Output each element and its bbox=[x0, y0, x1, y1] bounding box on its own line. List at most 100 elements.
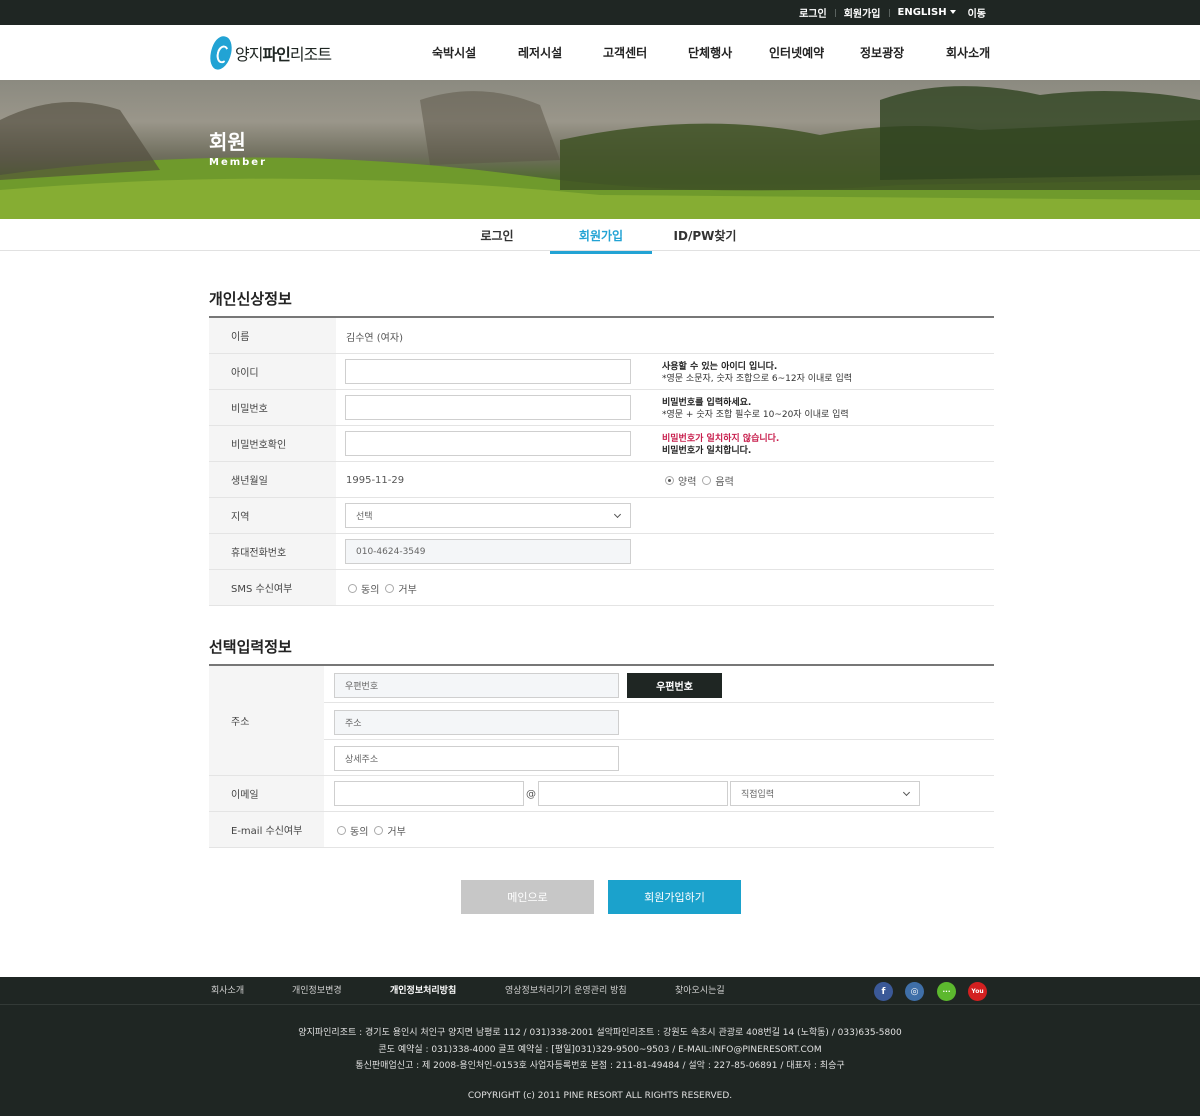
email-id-input[interactable] bbox=[334, 781, 524, 806]
radio-icon bbox=[348, 583, 357, 593]
footer-business-line: 통신판매업신고 : 제 2008-용인처인-0153호 사업자등록번호 본점 :… bbox=[355, 1061, 845, 1071]
email-domain-input[interactable] bbox=[538, 781, 728, 806]
caret-down-icon bbox=[949, 10, 956, 14]
radio-icon bbox=[374, 825, 384, 835]
instagram-icon[interactable]: ◎ bbox=[905, 982, 924, 1001]
move-button[interactable]: 이동 bbox=[968, 5, 986, 20]
zipcode-search-button[interactable]: 우편번호 bbox=[627, 673, 722, 698]
row-email: 이메일 @ 직접입력 bbox=[209, 776, 994, 812]
nav-company[interactable]: 회사소개 bbox=[946, 44, 990, 61]
nav-customer-center[interactable]: 고객센터 bbox=[603, 44, 647, 61]
personal-info-form: 이름 김수연 (여자) 아이디 사용할 수 있는 아이디 입니다. *영문 소문자… bbox=[209, 316, 994, 606]
top-utility-bar: 로그인 회원가입 ENGLISH 이동 bbox=[0, 0, 1200, 25]
password-confirm-input[interactable] bbox=[345, 431, 631, 456]
id-input[interactable] bbox=[345, 359, 631, 384]
sms-deny-radio[interactable]: 거부 bbox=[385, 581, 417, 596]
footer-company-link[interactable]: 회사소개 bbox=[211, 977, 244, 1005]
utility-links: 로그인 회원가입 ENGLISH 이동 bbox=[799, 0, 986, 25]
row-phone: 휴대전화번호 010-4624-3549 bbox=[209, 534, 994, 570]
tab-find-id-pw[interactable]: ID/PW찾기 bbox=[654, 219, 756, 254]
tab-login[interactable]: 로그인 bbox=[446, 219, 548, 254]
password-label: 비밀번호 bbox=[209, 390, 336, 425]
phone-label: 휴대전화번호 bbox=[209, 534, 336, 569]
password-confirm-label: 비밀번호확인 bbox=[209, 426, 336, 461]
name-value: 김수연 (여자) bbox=[346, 332, 403, 344]
footer-directions-link[interactable]: 찾아오시는길 bbox=[675, 977, 725, 1005]
row-address: 주소 우편번호 우편번호 주소 상세주소 bbox=[209, 666, 994, 776]
footer-privacy-link[interactable]: 개인정보처리방침 bbox=[390, 977, 456, 1005]
lunar-radio[interactable]: 음력 bbox=[702, 473, 734, 488]
optional-info-form: 주소 우편번호 우편번호 주소 상세주소 이메일 @ 직접입력 E-mail 수… bbox=[209, 664, 994, 848]
talk-icon[interactable]: ··· bbox=[937, 982, 956, 1001]
email-deny-radio[interactable]: 거부 bbox=[374, 823, 406, 838]
nav-group-events[interactable]: 단체행사 bbox=[688, 44, 732, 61]
divider bbox=[324, 739, 994, 740]
top-join-link[interactable]: 회원가입 bbox=[844, 5, 881, 20]
row-name: 이름 김수연 (여자) bbox=[209, 318, 994, 354]
nav-lodging[interactable]: 숙박시설 bbox=[432, 44, 476, 61]
row-id: 아이디 사용할 수 있는 아이디 입니다. *영문 소문자, 숫자 조합으로 6~… bbox=[209, 354, 994, 390]
youtube-icon[interactable]: You bbox=[968, 982, 987, 1001]
id-label: 아이디 bbox=[209, 354, 336, 389]
zipcode-input[interactable]: 우편번호 bbox=[334, 673, 619, 698]
address-label: 주소 bbox=[209, 666, 324, 775]
email-receive-label: E-mail 수신여부 bbox=[209, 812, 324, 847]
go-main-button[interactable]: 메인으로 bbox=[461, 880, 594, 914]
solar-radio[interactable]: 양력 bbox=[665, 473, 696, 488]
site-logo[interactable]: 양지파인리조트 bbox=[207, 34, 332, 72]
radio-checked-icon bbox=[665, 475, 674, 485]
language-select[interactable]: ENGLISH bbox=[898, 7, 956, 18]
facebook-icon[interactable]: f bbox=[874, 982, 893, 1001]
row-birth: 생년월일 1995-11-29 양력 음력 bbox=[209, 462, 994, 498]
site-footer: 양지파인리조트 : 경기도 용인시 처인구 양지면 남평로 112 / 031)… bbox=[0, 1005, 1200, 1116]
optional-info-title: 선택입력정보 bbox=[209, 638, 292, 656]
id-hint: 사용할 수 있는 아이디 입니다. *영문 소문자, 숫자 조합으로 6~12자 … bbox=[662, 362, 853, 384]
footer-copyright: COPYRIGHT (c) 2011 PINE RESORT ALL RIGHT… bbox=[467, 1091, 733, 1101]
address-detail-input[interactable]: 상세주소 bbox=[334, 746, 619, 771]
password-input[interactable] bbox=[345, 395, 631, 420]
nav-info-plaza[interactable]: 정보광장 bbox=[860, 44, 904, 61]
footer-address-line: 양지파인리조트 : 경기도 용인시 처인구 양지면 남평로 112 / 031)… bbox=[298, 1028, 902, 1038]
logo-text: 양지파인리조트 bbox=[235, 45, 332, 64]
logo-mark-icon bbox=[207, 34, 235, 72]
hero-subtitle: Member bbox=[209, 157, 268, 168]
name-label: 이름 bbox=[209, 318, 336, 353]
sms-label: SMS 수신여부 bbox=[209, 570, 336, 605]
site-header: 양지파인리조트 숙박시설 레저시설 고객센터 단체행사 인터넷예약 정보광장 회… bbox=[0, 25, 1200, 80]
submit-join-button[interactable]: 회원가입하기 bbox=[608, 880, 741, 914]
row-email-receive: E-mail 수신여부 동의 거부 bbox=[209, 812, 994, 848]
divider bbox=[324, 702, 994, 703]
birth-value: 1995-11-29 bbox=[346, 474, 405, 486]
email-receive-radio-group: 동의 거부 bbox=[337, 812, 412, 848]
nav-leisure[interactable]: 레저시설 bbox=[518, 44, 562, 61]
footer-nav: 회사소개 개인정보변경 개인정보처리방침 영상정보처리기기 운영관리 방침 찾아… bbox=[0, 977, 1200, 1005]
phone-input[interactable]: 010-4624-3549 bbox=[345, 539, 631, 564]
divider bbox=[888, 8, 890, 17]
nav-internet-reservation[interactable]: 인터넷예약 bbox=[769, 44, 824, 61]
email-domain-select[interactable]: 직접입력 bbox=[730, 781, 920, 806]
region-label: 지역 bbox=[209, 498, 336, 533]
row-sms: SMS 수신여부 동의 거부 bbox=[209, 570, 994, 606]
hero-banner: 회원 Member bbox=[0, 80, 1200, 219]
footer-edit-info-link[interactable]: 개인정보변경 bbox=[292, 977, 342, 1005]
footer-cctv-policy-link[interactable]: 영상정보처리기기 운영관리 방침 bbox=[505, 977, 627, 1005]
radio-icon bbox=[385, 583, 395, 593]
sms-agree-radio[interactable]: 동의 bbox=[348, 581, 379, 596]
tab-join[interactable]: 회원가입 bbox=[550, 219, 652, 254]
radio-icon bbox=[702, 475, 712, 485]
region-select[interactable]: 선택 bbox=[345, 503, 631, 528]
email-agree-radio[interactable]: 동의 bbox=[337, 823, 368, 838]
password-confirm-hint: 비밀번호가 일치하지 않습니다. 비밀번호가 일치합니다. bbox=[662, 434, 780, 456]
password-hint: 비밀번호를 입력하세요. *영문 + 숫자 조합 필수로 10~20자 이내로 입… bbox=[662, 398, 849, 420]
hero-title: 회원 bbox=[209, 130, 246, 154]
row-password-confirm: 비밀번호확인 비밀번호가 일치하지 않습니다. 비밀번호가 일치합니다. bbox=[209, 426, 994, 462]
member-tabs: 로그인 회원가입 ID/PW찾기 bbox=[0, 219, 1200, 254]
top-login-link[interactable]: 로그인 bbox=[799, 5, 827, 20]
landscape-image bbox=[0, 86, 1200, 219]
address-input[interactable]: 주소 bbox=[334, 710, 619, 735]
footer-reservation-line: 콘도 예약실 : 031)338-4000 골프 예약실 : [평일]031)3… bbox=[378, 1045, 822, 1055]
birth-label: 생년월일 bbox=[209, 462, 336, 497]
sms-radio-group: 동의 거부 bbox=[348, 570, 423, 606]
row-password: 비밀번호 비밀번호를 입력하세요. *영문 + 숫자 조합 필수로 10~20자 … bbox=[209, 390, 994, 426]
radio-icon bbox=[337, 825, 346, 835]
